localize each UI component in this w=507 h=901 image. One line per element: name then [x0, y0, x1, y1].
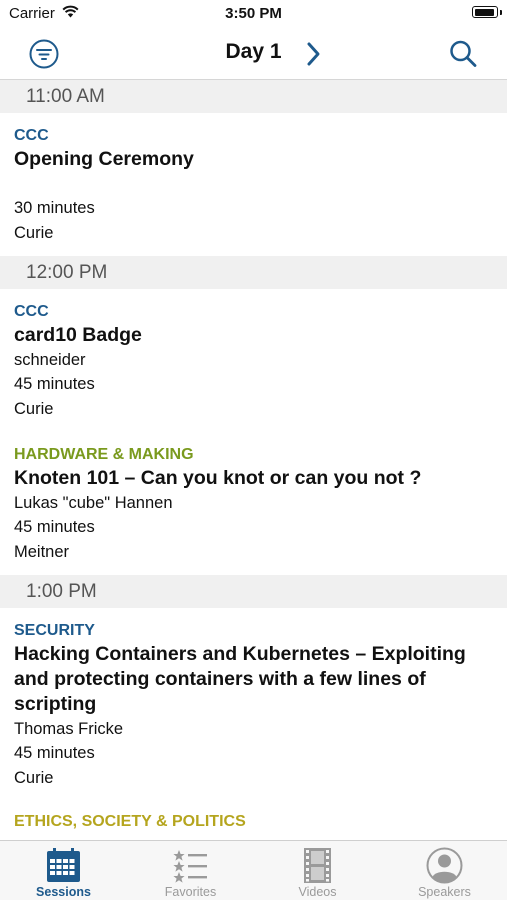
- session-row[interactable]: SECURITY Hacking Containers and Kubernet…: [0, 608, 507, 801]
- chevron-right-icon[interactable]: [303, 40, 323, 68]
- session-speaker: [14, 172, 493, 196]
- session-room: Curie: [14, 400, 54, 418]
- tab-speakers[interactable]: Speakers: [381, 841, 507, 901]
- film-icon: [304, 848, 331, 883]
- tab-bar: Sessions Favorites Videos Speakers: [0, 840, 507, 900]
- session-room: Curie: [14, 224, 54, 242]
- section-header-time: 12:00 PM: [0, 256, 507, 289]
- session-row[interactable]: CCC card10 Badge schneider 45 minutes Cu…: [0, 289, 507, 432]
- person-icon: [426, 847, 463, 884]
- tab-videos[interactable]: Videos: [254, 841, 381, 901]
- tab-label: Sessions: [36, 885, 91, 899]
- session-title: card10 Badge: [14, 324, 142, 346]
- search-icon[interactable]: [447, 38, 479, 70]
- status-bar: Carrier 3:50 PM: [0, 0, 507, 28]
- session-room: Meitner: [14, 543, 70, 561]
- navigation-bar: Day 1: [0, 28, 507, 80]
- session-duration: 30 minutes: [14, 199, 95, 217]
- tab-label: Videos: [298, 885, 337, 899]
- session-row[interactable]: HARDWARE & MAKING Knoten 101 – Can you k…: [0, 432, 507, 575]
- session-room: Curie: [14, 769, 54, 787]
- session-speaker: Thomas Fricke: [14, 720, 124, 738]
- day-title: Day 1: [225, 40, 282, 63]
- session-list[interactable]: 11:00 AM CCC Opening Ceremony 30 minutes…: [0, 80, 507, 840]
- calendar-icon: [47, 848, 80, 882]
- section-header-time: 1:00 PM: [0, 575, 507, 608]
- session-speaker: schneider: [14, 351, 86, 369]
- tab-label: Speakers: [418, 885, 471, 899]
- session-title: Hacking Containers and Kubernetes – Expl…: [14, 643, 466, 715]
- session-title: Knoten 101 – Can you knot or can you not…: [14, 467, 422, 489]
- section-header-time: 11:00 AM: [0, 80, 507, 113]
- session-duration: 45 minutes: [14, 375, 95, 393]
- session-track: CCC: [14, 303, 49, 320]
- session-duration: 45 minutes: [14, 518, 95, 536]
- session-speaker: Lukas "cube" Hannen: [14, 494, 173, 512]
- session-track: CCC: [14, 127, 49, 144]
- session-row[interactable]: ETHICS, SOCIETY & POLITICS: [0, 801, 507, 840]
- status-time: 3:50 PM: [225, 5, 282, 22]
- tab-favorites[interactable]: Favorites: [127, 841, 254, 901]
- tab-sessions[interactable]: Sessions: [0, 841, 127, 901]
- session-row[interactable]: CCC Opening Ceremony 30 minutes Curie: [0, 113, 507, 256]
- star-list-icon: [173, 850, 207, 883]
- session-duration: 45 minutes: [14, 744, 95, 762]
- session-track: HARDWARE & MAKING: [14, 446, 194, 463]
- battery-tip: [500, 10, 502, 15]
- session-track: ETHICS, SOCIETY & POLITICS: [14, 813, 246, 830]
- session-title: Opening Ceremony: [14, 148, 194, 170]
- tab-label: Favorites: [164, 885, 217, 899]
- battery-icon: [472, 6, 498, 18]
- session-track: SECURITY: [14, 622, 95, 639]
